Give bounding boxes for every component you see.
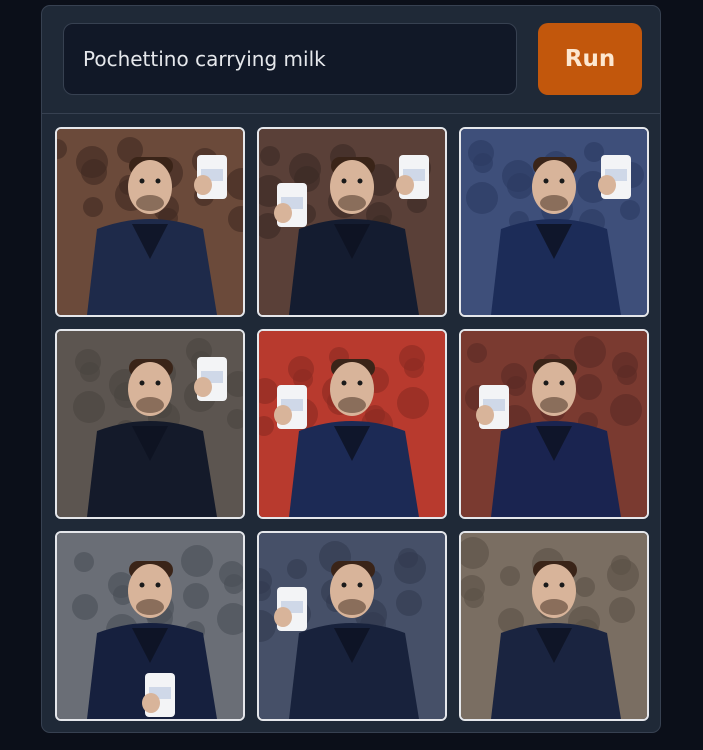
generated-image — [461, 331, 647, 517]
generated-image-3[interactable] — [459, 127, 649, 317]
generated-image-7[interactable] — [55, 531, 245, 721]
generated-image-4[interactable] — [55, 329, 245, 519]
generated-image — [259, 533, 445, 719]
divider — [42, 113, 660, 114]
generated-image-1[interactable] — [55, 127, 245, 317]
generated-image-9[interactable] — [459, 531, 649, 721]
generated-image — [57, 331, 243, 517]
generated-image-8[interactable] — [257, 531, 447, 721]
generated-image — [57, 533, 243, 719]
image-gallery — [55, 127, 649, 723]
generated-image — [461, 533, 647, 719]
prompt-input[interactable]: Pochettino carrying milk — [63, 23, 517, 95]
generated-image — [57, 129, 243, 315]
generated-image-6[interactable] — [459, 329, 649, 519]
generated-image — [259, 129, 445, 315]
generated-image-5[interactable] — [257, 329, 447, 519]
generator-panel: Pochettino carrying milk Run — [41, 5, 661, 733]
run-button[interactable]: Run — [538, 23, 642, 95]
generated-image-2[interactable] — [257, 127, 447, 317]
generated-image — [259, 331, 445, 517]
generated-image — [461, 129, 647, 315]
